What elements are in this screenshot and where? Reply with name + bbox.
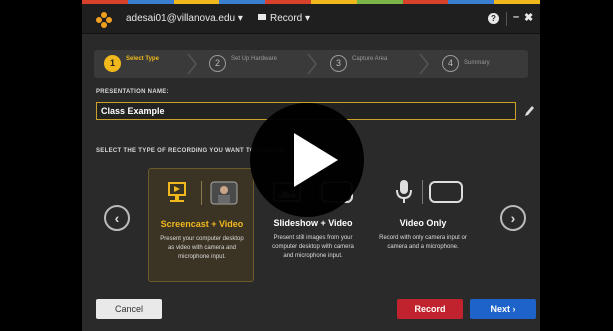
microphone-camera-icon — [396, 180, 463, 204]
titlebar-divider — [506, 12, 507, 26]
title-bar: adesai01@villanova.edu ▾ Record ▾ ? – ✖ — [82, 4, 540, 34]
screencast-video-icon — [168, 181, 238, 205]
next-button[interactable]: Next › — [470, 299, 536, 319]
record-menu[interactable]: Record ▾ — [258, 13, 310, 24]
option-title: Screencast + Video — [160, 219, 244, 229]
chevron-right-icon — [187, 53, 197, 75]
step-number: 4 — [442, 55, 459, 72]
close-icon[interactable]: ✖ — [524, 11, 533, 24]
previous-option-button[interactable]: ‹ — [104, 205, 130, 231]
next-option-button[interactable]: › — [500, 205, 526, 231]
account-menu[interactable]: adesai01@villanova.edu ▾ — [126, 13, 243, 24]
cancel-button[interactable]: Cancel — [96, 299, 162, 319]
pencil-icon[interactable] — [523, 104, 535, 118]
step-number: 1 — [104, 55, 121, 72]
option-description: Record with only camera input or camera … — [379, 235, 467, 250]
option-description: Present still images from your computer … — [272, 235, 354, 259]
step-number: 2 — [209, 55, 226, 72]
play-video-icon[interactable] — [250, 103, 364, 217]
option-video-only[interactable]: Video Only Record with only camera input… — [370, 168, 476, 282]
record-button[interactable]: Record — [397, 299, 463, 319]
chevron-right-icon — [419, 53, 429, 75]
step-label: Summary — [464, 60, 490, 66]
presentation-name-label: PRESENTATION NAME: — [96, 89, 169, 95]
step-label: Select Type — [126, 56, 159, 62]
record-menu-label: Record ▾ — [270, 13, 311, 24]
chevron-right-icon — [307, 53, 317, 75]
wizard-steps: 1 Select Type 2 Set Up Hardware 3 Captur… — [94, 50, 528, 78]
app-logo-icon — [96, 12, 112, 28]
help-icon[interactable]: ? — [488, 13, 499, 24]
option-screencast-video[interactable]: Screencast + Video Present your computer… — [148, 168, 254, 282]
step-label: Capture Area — [352, 56, 388, 62]
step-number: 3 — [330, 55, 347, 72]
option-description: Present your computer desktop as video w… — [160, 236, 244, 260]
record-menu-icon — [258, 14, 266, 20]
option-title: Slideshow + Video — [273, 218, 353, 228]
step-label: Set Up Hardware — [231, 56, 278, 62]
option-title: Video Only — [399, 218, 447, 228]
minimize-icon[interactable]: – — [513, 11, 519, 23]
